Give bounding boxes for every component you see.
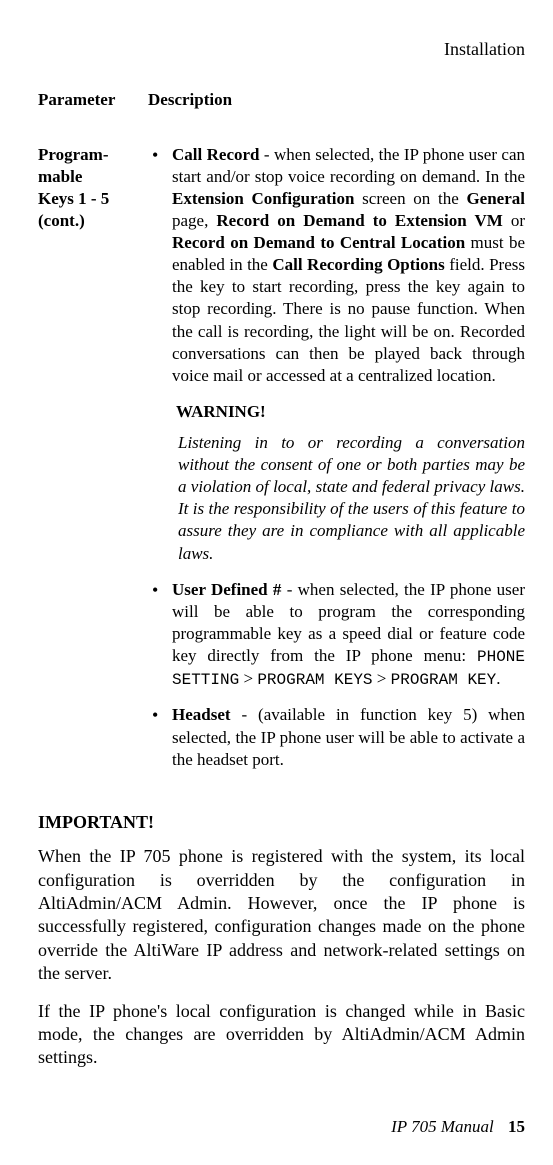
warning-block: WARNING! Listening in to or recording a … [176, 401, 525, 565]
menu-path: PROGRAM KEY [391, 671, 497, 689]
manual-name: IP 705 Manual [391, 1117, 494, 1136]
lead-term: User Defined # [172, 580, 281, 599]
text: or [503, 211, 525, 230]
gt: > [239, 669, 257, 688]
text: field. Press the key to start recording,… [172, 255, 525, 384]
page-number: 15 [508, 1117, 525, 1136]
text: . [496, 669, 500, 688]
important-paragraph-1: When the IP 705 phone is registered with… [38, 845, 525, 985]
term: Extension Configuration [172, 189, 354, 208]
param-text: Program-mableKeys 1 - 5(cont.) [38, 145, 109, 230]
table-row: Program-mableKeys 1 - 5(cont.) • Call Re… [38, 144, 525, 785]
bullet-marker: • [148, 144, 172, 387]
text: page, [172, 211, 216, 230]
bullet-user-defined: • User Defined # - when selected, the IP… [148, 579, 525, 691]
text: screen on the [354, 189, 466, 208]
warning-text: Listening in to or recording a conversat… [176, 432, 525, 565]
term: Record on Demand to Central Location [172, 233, 465, 252]
important-paragraph-2: If the IP phone's local configuration is… [38, 1000, 525, 1070]
warning-title: WARNING! [176, 401, 525, 422]
term: Record on Demand to Extension VM [216, 211, 502, 230]
bullet-headset: • Headset - (available in function key 5… [148, 704, 525, 770]
header-parameter: Parameter [38, 89, 148, 110]
lead-term: Call Record [172, 145, 260, 164]
lead-term: Headset [172, 705, 231, 724]
bullet-marker: • [148, 579, 172, 691]
bullet-call-record: • Call Record - when selected, the IP ph… [148, 144, 525, 387]
bullet-text: User Defined # - when selected, the IP p… [172, 579, 525, 691]
description-cell: • Call Record - when selected, the IP ph… [148, 144, 525, 785]
page-footer: IP 705 Manual 15 [391, 1116, 525, 1137]
term: General [466, 189, 525, 208]
bullet-text: Headset - (available in function key 5) … [172, 704, 525, 770]
parameter-label: Program-mableKeys 1 - 5(cont.) [38, 144, 148, 785]
menu-path: PROGRAM KEYS [257, 671, 372, 689]
important-heading: IMPORTANT! [38, 811, 525, 834]
header-description: Description [148, 89, 525, 110]
bullet-marker: • [148, 704, 172, 770]
bullet-text: Call Record - when selected, the IP phon… [172, 144, 525, 387]
table-header-row: Parameter Description [38, 89, 525, 110]
term: Call Recording Options [272, 255, 444, 274]
page-header-section: Installation [38, 38, 525, 61]
gt: > [373, 669, 391, 688]
